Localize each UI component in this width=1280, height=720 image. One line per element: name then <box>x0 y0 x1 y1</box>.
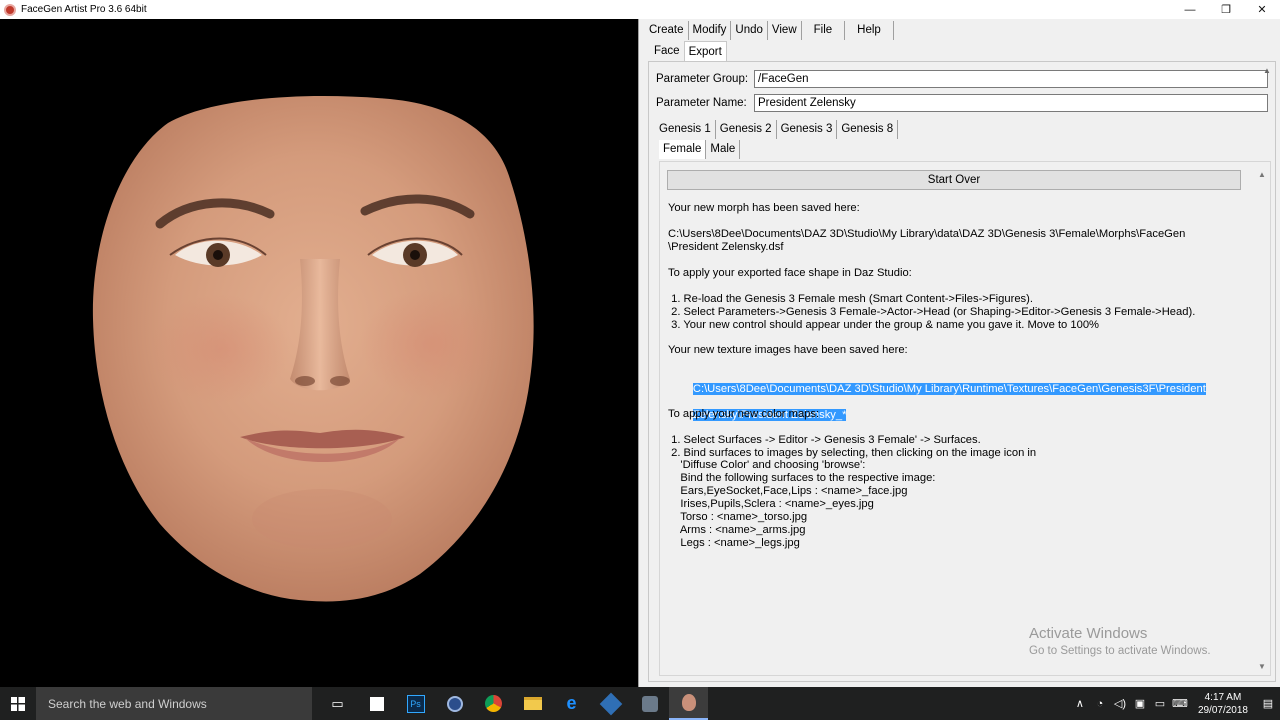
tab-view[interactable]: View <box>768 21 802 40</box>
chrome-icon[interactable] <box>474 687 513 720</box>
parameter-name-input[interactable]: President Zelensky <box>754 94 1268 112</box>
tab-undo[interactable]: Undo <box>731 21 768 40</box>
color-maps-heading: To apply your new color maps: <box>668 408 820 420</box>
network-icon[interactable]: ◔ <box>1090 698 1110 710</box>
morph-saved-heading: Your new morph has been saved here: <box>668 202 860 214</box>
taskbar: Search the web and Windows ▭ Ps e ∧ ◔ ◁)… <box>0 687 1280 720</box>
color-step-1: 1. Select Surfaces -> Editor -> Genesis … <box>668 434 981 446</box>
task-view-icon[interactable]: ▭ <box>318 687 357 720</box>
bind-torso-line: Torso : <name>_torso.jpg <box>668 511 808 523</box>
menu-tabs: Create Modify Undo View File Help <box>645 21 894 40</box>
windows-logo-icon <box>11 696 25 711</box>
photoshop-icon[interactable]: Ps <box>396 687 435 720</box>
bind-arms-line: Arms : <name>_arms.jpg <box>668 524 806 536</box>
bind-legs-line: Legs : <name>_legs.jpg <box>668 537 800 549</box>
daz-studio-icon[interactable] <box>591 687 630 720</box>
apply-step-3: 3. Your new control should appear under … <box>668 319 1100 331</box>
content-scrollbar[interactable]: ▲ ▼ <box>1256 162 1270 675</box>
start-over-button[interactable]: Start Over <box>667 170 1241 190</box>
parameter-group-label: Parameter Group: <box>656 73 749 85</box>
scroll-down-icon[interactable]: ▼ <box>1258 662 1266 671</box>
apply-step-2: 2. Select Parameters->Genesis 3 Female->… <box>668 306 1196 318</box>
3d-viewport[interactable] <box>0 19 638 687</box>
tab-genesis-2[interactable]: Genesis 2 <box>716 120 777 139</box>
morph-path-line-1: C:\Users\8Dee\Documents\DAZ 3D\Studio\My… <box>668 228 1186 240</box>
texture-saved-heading: Your new texture images have been saved … <box>668 344 908 356</box>
bind-eyes-line: Irises,Pupils,Sclera : <name>_eyes.jpg <box>668 498 874 510</box>
genesis-tabs: Genesis 1 Genesis 2 Genesis 3 Genesis 8 <box>655 120 899 139</box>
facegen-app-icon <box>4 3 16 16</box>
action-center-icon[interactable]: ▤ <box>1256 697 1280 710</box>
maximize-button[interactable]: ❐ <box>1208 0 1244 19</box>
title-bar: FaceGen Artist Pro 3.6 64bit — ❐ ✕ <box>0 0 1280 19</box>
panel-scroll-up-icon[interactable]: ▲ <box>1261 66 1273 106</box>
sex-tabs: Female Male <box>659 140 741 159</box>
tab-modify[interactable]: Modify <box>689 21 732 40</box>
windows-start-button[interactable] <box>0 687 36 720</box>
battery-icon[interactable]: ▭ <box>1150 697 1170 710</box>
scroll-up-icon[interactable]: ▲ <box>1258 170 1266 179</box>
file-sub-tabs: Face Export <box>650 41 727 61</box>
close-button[interactable]: ✕ <box>1244 0 1280 19</box>
file-explorer-icon[interactable] <box>513 687 552 720</box>
chevron-up-icon[interactable]: ∧ <box>1070 697 1090 710</box>
minimize-button[interactable]: — <box>1172 0 1208 19</box>
clock[interactable]: 4:17 AM 29/07/2018 <box>1190 691 1256 717</box>
tab-export[interactable]: Export <box>683 41 727 61</box>
tab-file[interactable]: File <box>801 21 846 40</box>
tab-face[interactable]: Face <box>650 41 684 61</box>
tab-genesis-3[interactable]: Genesis 3 <box>776 120 838 139</box>
store-icon[interactable] <box>357 687 396 720</box>
parameter-name-row: Parameter Name: President Zelensky <box>656 94 1268 112</box>
export-instructions: Start Over ▲ ▼ Your new morph has been s… <box>659 161 1271 676</box>
facegen-taskbar-icon[interactable] <box>669 687 708 720</box>
color-step-2-cont: 'Diffuse Color' and choosing 'browse': <box>668 459 866 471</box>
taskbar-search-input[interactable]: Search the web and Windows <box>36 687 312 720</box>
face-render <box>92 96 534 602</box>
tab-female[interactable]: Female <box>659 140 707 159</box>
apply-shape-heading: To apply your exported face shape in Daz… <box>668 267 912 279</box>
export-tab-body: Parameter Group: /FaceGen Parameter Name… <box>648 61 1276 682</box>
tab-genesis-1[interactable]: Genesis 1 <box>655 120 716 139</box>
parameter-name-label: Parameter Name: <box>656 97 747 109</box>
parameter-group-row: Parameter Group: /FaceGen <box>656 70 1268 88</box>
app-sphere-icon[interactable] <box>435 687 474 720</box>
control-panel: Create Modify Undo View File Help Face E… <box>642 19 1280 687</box>
morph-path-line-2: \President Zelensky.dsf <box>668 241 784 253</box>
texture-path-line-1[interactable]: C:\Users\8Dee\Documents\DAZ 3D\Studio\My… <box>692 383 1206 395</box>
activate-windows-title: Activate Windows <box>1029 625 1148 642</box>
app-cube-icon[interactable] <box>630 687 669 720</box>
apply-step-1: 1. Re-load the Genesis 3 Female mesh (Sm… <box>668 293 1033 305</box>
clock-time: 4:17 AM <box>1204 691 1242 703</box>
tab-male[interactable]: Male <box>706 140 741 159</box>
bind-face-line: Ears,EyeSocket,Face,Lips : <name>_face.j… <box>668 485 908 497</box>
tab-create[interactable]: Create <box>645 21 689 40</box>
shield-icon[interactable]: ▣ <box>1130 697 1150 710</box>
bind-surfaces-line: Bind the following surfaces to the respe… <box>668 472 936 484</box>
volume-icon[interactable]: ◁) <box>1110 697 1130 710</box>
parameter-group-input[interactable]: /FaceGen <box>754 70 1268 88</box>
window-controls: — ❐ ✕ <box>1172 0 1280 19</box>
edge-icon[interactable]: e <box>552 687 591 720</box>
activate-windows-subtitle: Go to Settings to activate Windows. <box>1029 645 1211 657</box>
clock-date: 29/07/2018 <box>1197 704 1248 716</box>
keyboard-icon[interactable]: ⌨ <box>1170 697 1190 710</box>
system-tray: ∧ ◔ ◁) ▣ ▭ ⌨ 4:17 AM 29/07/2018 ▤ <box>1070 687 1280 720</box>
texture-path-block: C:\Users\8Dee\Documents\DAZ 3D\Studio\My… <box>668 370 1206 435</box>
tab-genesis-8[interactable]: Genesis 8 <box>837 120 899 139</box>
tab-help[interactable]: Help <box>845 21 894 40</box>
window-title: FaceGen Artist Pro 3.6 64bit <box>21 4 147 15</box>
